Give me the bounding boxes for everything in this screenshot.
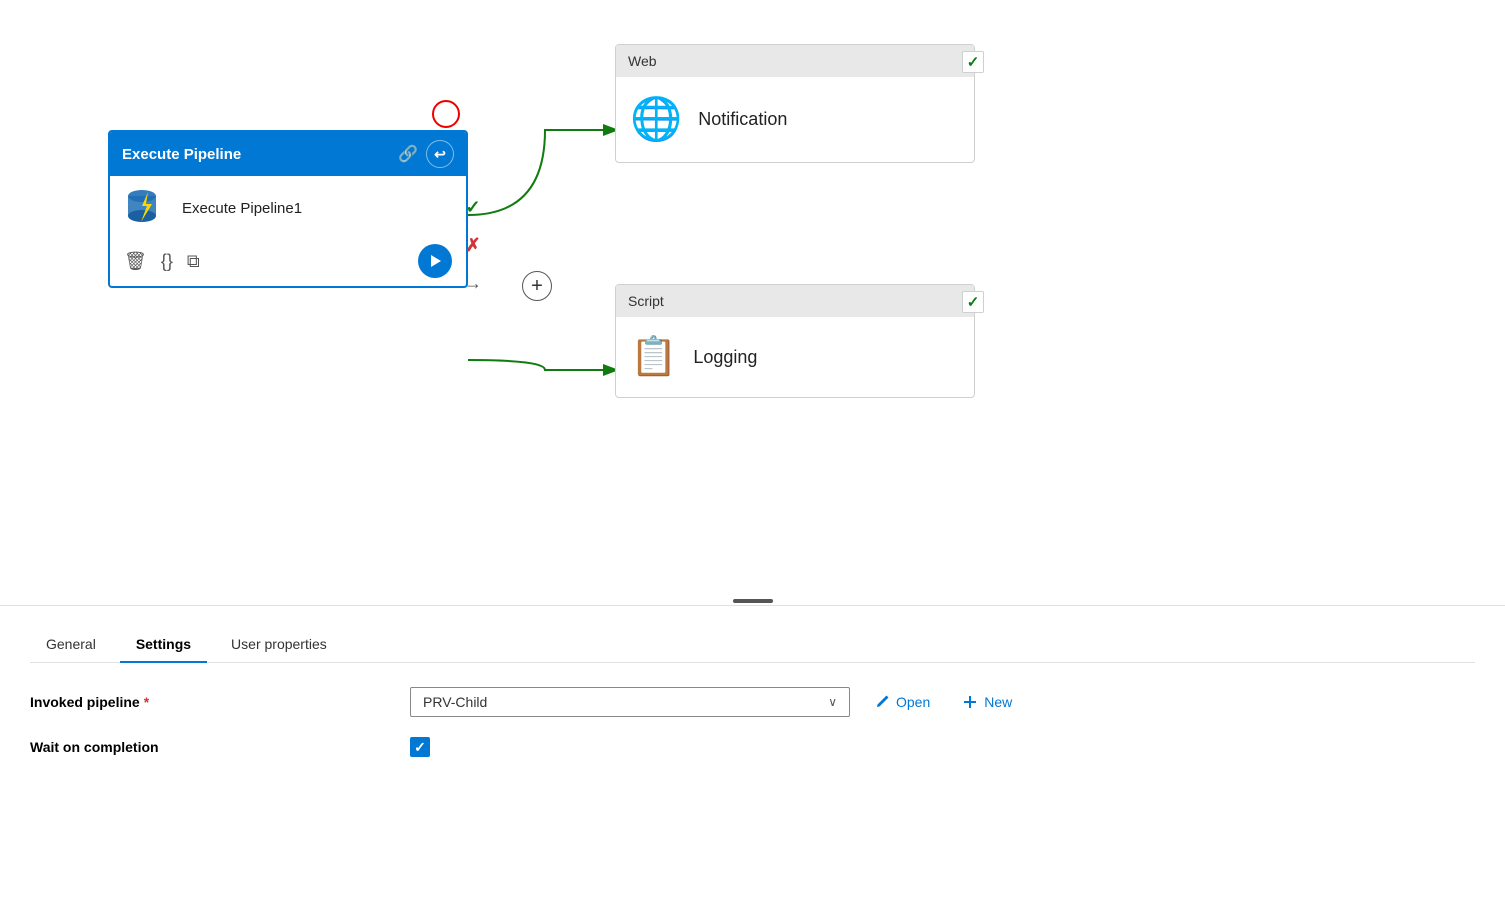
execute-pipeline-header: Execute Pipeline 🔗 ↩ bbox=[110, 132, 466, 176]
execute-pipeline-title: Execute Pipeline bbox=[122, 146, 241, 163]
execute-pipeline-node: Execute Pipeline 🔗 ↩ bbox=[108, 130, 468, 288]
tab-settings[interactable]: Settings bbox=[120, 626, 207, 662]
tab-user-properties[interactable]: User properties bbox=[215, 626, 343, 662]
success-connection-icon[interactable]: ✓ bbox=[460, 194, 486, 220]
new-label: New bbox=[984, 694, 1012, 710]
pencil-icon bbox=[874, 694, 890, 710]
wait-on-completion-row: Wait on completion bbox=[30, 737, 1475, 757]
divider-handle[interactable] bbox=[733, 599, 773, 603]
panel-divider bbox=[0, 605, 1505, 606]
web-notification-body: 🌐 Notification bbox=[616, 77, 974, 162]
canvas-area: Execute Pipeline 🔗 ↩ bbox=[0, 0, 1505, 605]
node-status-indicator bbox=[432, 100, 460, 128]
pipeline-icon bbox=[124, 186, 168, 230]
params-icon[interactable]: {} bbox=[161, 251, 173, 272]
invoked-pipeline-label: Invoked pipeline* bbox=[30, 694, 410, 710]
execute-pipeline-action-icons: 🗑 {} ⧉ bbox=[124, 251, 200, 272]
open-pipeline-button[interactable]: Open bbox=[866, 690, 938, 714]
redo-button[interactable]: ↩ bbox=[426, 140, 454, 168]
dropdown-arrow-icon: ∨ bbox=[828, 695, 837, 709]
script-logging-node: Script ✓ 📋 Logging bbox=[615, 284, 975, 398]
invoked-pipeline-row: Invoked pipeline* PRV-Child ∨ Open New bbox=[30, 687, 1475, 717]
execute-pipeline-content: Execute Pipeline1 bbox=[124, 186, 452, 230]
bottom-panel: General Settings User properties Invoked… bbox=[0, 606, 1505, 914]
wait-on-completion-label: Wait on completion bbox=[30, 739, 410, 755]
web-notification-category: Web bbox=[628, 53, 657, 69]
wait-on-completion-control bbox=[410, 737, 430, 757]
script-logging-check[interactable]: ✓ bbox=[962, 291, 984, 313]
web-notification-check[interactable]: ✓ bbox=[962, 51, 984, 73]
required-star: * bbox=[144, 694, 149, 710]
execute-pipeline-body: Execute Pipeline1 🗑 {} ⧉ bbox=[110, 176, 466, 286]
tab-general[interactable]: General bbox=[30, 626, 112, 662]
invoked-pipeline-dropdown[interactable]: PRV-Child ∨ bbox=[410, 687, 850, 717]
script-logging-header: Script ✓ bbox=[616, 285, 974, 317]
connection-type-icons: ✓ ✗ → bbox=[460, 194, 486, 296]
delete-icon[interactable]: 🗑 bbox=[124, 251, 147, 272]
script-logging-body: 📋 Logging bbox=[616, 317, 974, 397]
execute-pipeline-instance-label: Execute Pipeline1 bbox=[182, 200, 302, 217]
script-icon: 📋 bbox=[630, 335, 677, 379]
new-pipeline-button[interactable]: New bbox=[954, 690, 1020, 714]
invoked-pipeline-control: PRV-Child ∨ Open New bbox=[410, 687, 1020, 717]
script-logging-label: Logging bbox=[693, 347, 757, 368]
execute-pipeline-actions: 🗑 {} ⧉ bbox=[124, 240, 452, 278]
globe-icon: 🌐 bbox=[630, 95, 682, 144]
web-notification-header: Web ✓ bbox=[616, 45, 974, 77]
fail-connection-icon[interactable]: ✗ bbox=[460, 232, 486, 258]
plus-icon bbox=[962, 694, 978, 710]
copy-icon[interactable]: ⧉ bbox=[187, 251, 200, 272]
open-label: Open bbox=[896, 694, 930, 710]
wait-on-completion-checkbox[interactable] bbox=[410, 737, 430, 757]
dropdown-value: PRV-Child bbox=[423, 694, 487, 710]
execute-pipeline-header-icons: 🔗 ↩ bbox=[398, 140, 454, 168]
link-icon[interactable]: 🔗 bbox=[398, 144, 418, 164]
run-button[interactable] bbox=[418, 244, 452, 278]
complete-connection-icon[interactable]: → bbox=[460, 270, 486, 296]
web-notification-label: Notification bbox=[698, 109, 787, 130]
script-logging-category: Script bbox=[628, 293, 664, 309]
settings-tabs: General Settings User properties bbox=[30, 606, 1475, 663]
web-notification-node: Web ✓ 🌐 Notification bbox=[615, 44, 975, 163]
add-node-button[interactable]: + bbox=[522, 271, 552, 301]
